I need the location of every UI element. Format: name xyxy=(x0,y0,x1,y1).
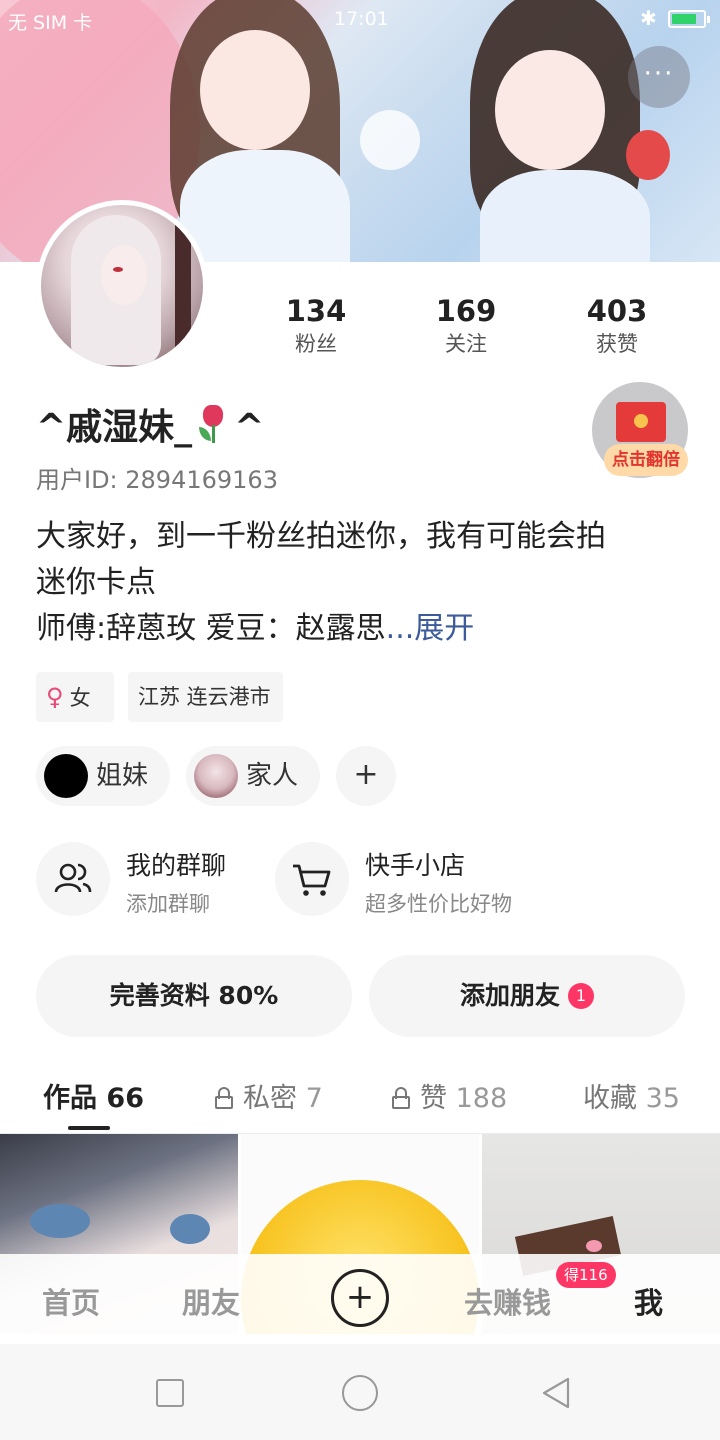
create-button[interactable]: + xyxy=(331,1269,389,1327)
service-title: 我的群聊 xyxy=(126,851,227,880)
username: ^戚湿妹_ ^ xyxy=(36,398,264,450)
stat-label: 关注 xyxy=(445,332,487,356)
add-circle-button[interactable]: + xyxy=(336,746,396,806)
tab-likes[interactable]: 赞 188 xyxy=(392,1076,507,1115)
circle-label: 姐妹 xyxy=(96,761,149,791)
stat-value: 134 xyxy=(285,294,347,328)
bottom-nav: 首页 朋友 + 去赚钱 得116 我 xyxy=(0,1254,720,1344)
stat-value: 169 xyxy=(435,294,497,328)
service-subtitle: 添加群聊 xyxy=(126,892,210,916)
complete-profile-button[interactable]: 完善资料 80% xyxy=(36,955,352,1037)
banner-art-girl2-dress xyxy=(480,170,650,262)
stat-label: 获赞 xyxy=(596,332,638,356)
stat-following[interactable]: 169 关注 xyxy=(406,292,526,358)
battery-level xyxy=(672,14,696,24)
gender-chip: ♀ 女 xyxy=(36,672,114,722)
tab-count: 188 xyxy=(455,1083,508,1114)
group-icon xyxy=(36,842,110,916)
tab-label: 私密 xyxy=(243,1083,297,1114)
thumbnail-art xyxy=(30,1204,90,1238)
nav-friends[interactable]: 朋友 xyxy=(182,1280,240,1322)
thumbnail-art xyxy=(586,1240,602,1252)
cart-icon xyxy=(275,842,349,916)
avatar[interactable] xyxy=(36,200,208,372)
circle-sisters[interactable]: 姐妹 xyxy=(36,746,170,806)
banner-art-girl2-face xyxy=(495,50,605,170)
shop-entry[interactable]: 快手小店 超多性价比好物 xyxy=(275,842,512,922)
avatar-art-face xyxy=(101,245,147,305)
tab-works[interactable]: 作品 66 xyxy=(43,1076,144,1115)
lock-icon xyxy=(392,1087,410,1109)
username-text: ^戚湿妹_ xyxy=(36,407,193,448)
banner-art-flowers xyxy=(360,110,420,170)
bio-expand-link[interactable]: ...展开 xyxy=(386,611,475,646)
group-chat-entry[interactable]: 我的群聊 添加群聊 xyxy=(36,842,266,922)
status-bar: 无 SIM 卡 17:01 ✱ xyxy=(0,0,720,40)
nav-earn[interactable]: 去赚钱 xyxy=(464,1280,551,1322)
tab-label: 作品 xyxy=(43,1083,97,1114)
carrier-text: 无 SIM 卡 xyxy=(8,12,93,34)
red-envelope-icon xyxy=(616,402,666,442)
female-icon: ♀ xyxy=(46,683,64,711)
avatar-art-window xyxy=(175,225,191,365)
banner-art-girl1-dress xyxy=(180,150,350,262)
tab-count: 35 xyxy=(645,1083,680,1114)
circle-avatar xyxy=(194,754,238,798)
bio-line-last: 师傅:辞蒽玫 爱豆：赵露思...展开 xyxy=(36,606,686,652)
back-icon[interactable] xyxy=(540,1376,572,1410)
nav-home[interactable]: 首页 xyxy=(42,1280,100,1322)
username-suffix: ^ xyxy=(234,407,265,448)
circle-avatar xyxy=(44,754,88,798)
bio-line: 大家好，到一千粉丝拍迷你，我有可能会拍 xyxy=(36,519,606,554)
red-packet-label: 点击翻倍 xyxy=(604,444,688,476)
bluetooth-icon: ✱ xyxy=(640,6,657,30)
tab-private[interactable]: 私密 7 xyxy=(215,1076,323,1115)
tab-label: 赞 xyxy=(420,1083,447,1114)
add-friend-badge: 1 xyxy=(568,983,594,1009)
add-friend-label: 添加朋友 xyxy=(459,981,560,1010)
avatar-art-eye xyxy=(113,267,123,272)
stat-followers[interactable]: 134 粉丝 xyxy=(256,292,376,358)
clock: 17:01 xyxy=(334,8,389,30)
active-tab-indicator xyxy=(68,1126,110,1130)
tab-count: 66 xyxy=(106,1083,144,1114)
thumbnail-art xyxy=(170,1214,210,1244)
stat-likes[interactable]: 403 获赞 xyxy=(557,292,677,358)
stat-value: 403 xyxy=(586,294,648,328)
more-options-button[interactable]: ··· xyxy=(628,46,690,108)
user-id[interactable]: 用户ID: 2894169163 xyxy=(36,460,278,495)
lock-icon xyxy=(215,1087,233,1109)
recent-apps-icon[interactable] xyxy=(156,1379,184,1407)
banner-art-strawberry xyxy=(626,130,670,180)
bio-line: 迷你卡点 xyxy=(36,565,156,600)
banner-art-girl1-face xyxy=(200,30,310,150)
red-packet-button[interactable]: 点击翻倍 xyxy=(592,382,688,478)
system-nav-bar xyxy=(0,1344,720,1440)
earn-badge: 得116 xyxy=(556,1262,616,1288)
home-icon[interactable] xyxy=(342,1375,378,1411)
tab-label: 收藏 xyxy=(583,1083,637,1114)
circle-label: 家人 xyxy=(246,761,299,791)
nav-me[interactable]: 我 xyxy=(634,1280,663,1322)
gender-label: 女 xyxy=(69,686,91,710)
bio[interactable]: 大家好，到一千粉丝拍迷你，我有可能会拍 迷你卡点 师傅:辞蒽玫 爱豆：赵露思..… xyxy=(36,514,686,652)
location-chip: 江苏 连云港市 xyxy=(128,672,283,722)
tab-favorites[interactable]: 收藏 35 xyxy=(583,1076,680,1115)
tab-count: 7 xyxy=(305,1083,323,1114)
service-subtitle: 超多性价比好物 xyxy=(365,892,512,916)
service-title: 快手小店 xyxy=(365,851,466,880)
add-friend-button[interactable]: 添加朋友 1 xyxy=(369,955,685,1037)
bio-line-text: 师傅:辞蒽玫 爱豆：赵露思 xyxy=(36,611,386,646)
tulip-icon xyxy=(196,403,230,443)
stat-label: 粉丝 xyxy=(295,332,337,356)
battery-icon xyxy=(668,10,710,28)
circle-family[interactable]: 家人 xyxy=(186,746,320,806)
